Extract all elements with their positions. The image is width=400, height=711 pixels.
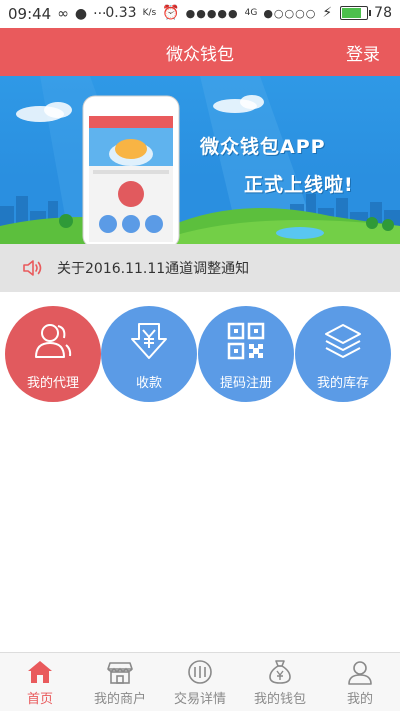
- tab-transactions-label: 交易详情: [173, 692, 226, 707]
- infinity-icon: ∞: [57, 6, 69, 22]
- qr-code-icon: [226, 321, 266, 361]
- alarm-icon: ⏰: [162, 5, 180, 21]
- my-inventory-button[interactable]: 我的库存: [295, 306, 391, 402]
- transactions-icon: [187, 659, 213, 685]
- my-agent-button[interactable]: 我的代理: [5, 306, 101, 402]
- battery-level: 78: [374, 5, 392, 21]
- yuan-receive-icon: [129, 321, 169, 361]
- layers-icon: [323, 321, 363, 361]
- notice-bar: 关于2016.11.11通道调整通知: [0, 244, 400, 292]
- tab-my-merchants-label: 我的商户: [93, 692, 146, 707]
- my-agent-label: 我的代理: [26, 376, 79, 391]
- store-icon: [107, 659, 133, 685]
- tab-my-merchants[interactable]: 我的商户: [80, 653, 160, 711]
- tab-me-label: 我的: [346, 692, 373, 707]
- charging-icon: ⚡: [322, 5, 333, 21]
- battery-fill: [342, 8, 361, 18]
- app-screen: 09:44 ∞ ● ··· 0.33 K/s ⏰ ●●●●● 4G ●○○○○ …: [0, 0, 400, 711]
- banner-slogan-line1: 微众钱包APP: [200, 136, 326, 158]
- bottom-tab-bar: 首页 我的商户 交易详情 我的钱包 我的: [0, 652, 400, 711]
- status-bar: 09:44 ∞ ● ··· 0.33 K/s ⏰ ●●●●● 4G ●○○○○ …: [0, 0, 400, 28]
- users-icon: [33, 321, 73, 361]
- network-speed-unit: K/s: [142, 8, 157, 18]
- receive-payment-label: 收款: [135, 376, 162, 391]
- page-title: 微众钱包: [166, 45, 234, 65]
- login-button[interactable]: 登录: [346, 40, 380, 65]
- action-grid: 我的代理 收款 提码注册 我的库存: [0, 306, 400, 406]
- home-icon: [27, 659, 53, 685]
- signal-icon: ●●●●●: [185, 6, 239, 20]
- tab-my-wallet[interactable]: 我的钱包: [240, 653, 320, 711]
- receive-payment-button[interactable]: 收款: [101, 306, 197, 402]
- tab-transactions[interactable]: 交易详情: [160, 653, 240, 711]
- status-time: 09:44: [8, 5, 52, 23]
- tab-home-label: 首页: [26, 692, 53, 707]
- code-register-button[interactable]: 提码注册: [198, 306, 294, 402]
- notice-link[interactable]: 关于2016.11.11通道调整通知: [57, 258, 249, 278]
- speaker-icon: [22, 258, 44, 282]
- network-type: 4G: [244, 8, 258, 18]
- banner-illustration: [0, 76, 400, 244]
- tab-my-wallet-label: 我的钱包: [253, 692, 306, 707]
- battery-icon: [340, 6, 372, 20]
- network-speed: 0.33: [105, 5, 137, 21]
- tab-home[interactable]: 首页: [0, 653, 80, 711]
- chat-bubble-icon: ●: [74, 6, 88, 22]
- code-register-label: 提码注册: [219, 376, 272, 391]
- promo-banner[interactable]: 微众钱包APP 正式上线啦!: [0, 76, 400, 244]
- wallet-icon: [267, 659, 293, 685]
- signal-secondary-icon: ●○○○○: [263, 6, 317, 20]
- my-inventory-label: 我的库存: [316, 376, 369, 391]
- banner-slogan-line2: 正式上线啦!: [244, 174, 354, 196]
- tab-me[interactable]: 我的: [320, 653, 400, 711]
- user-icon: [347, 659, 373, 685]
- app-header: 微众钱包 登录: [0, 28, 400, 76]
